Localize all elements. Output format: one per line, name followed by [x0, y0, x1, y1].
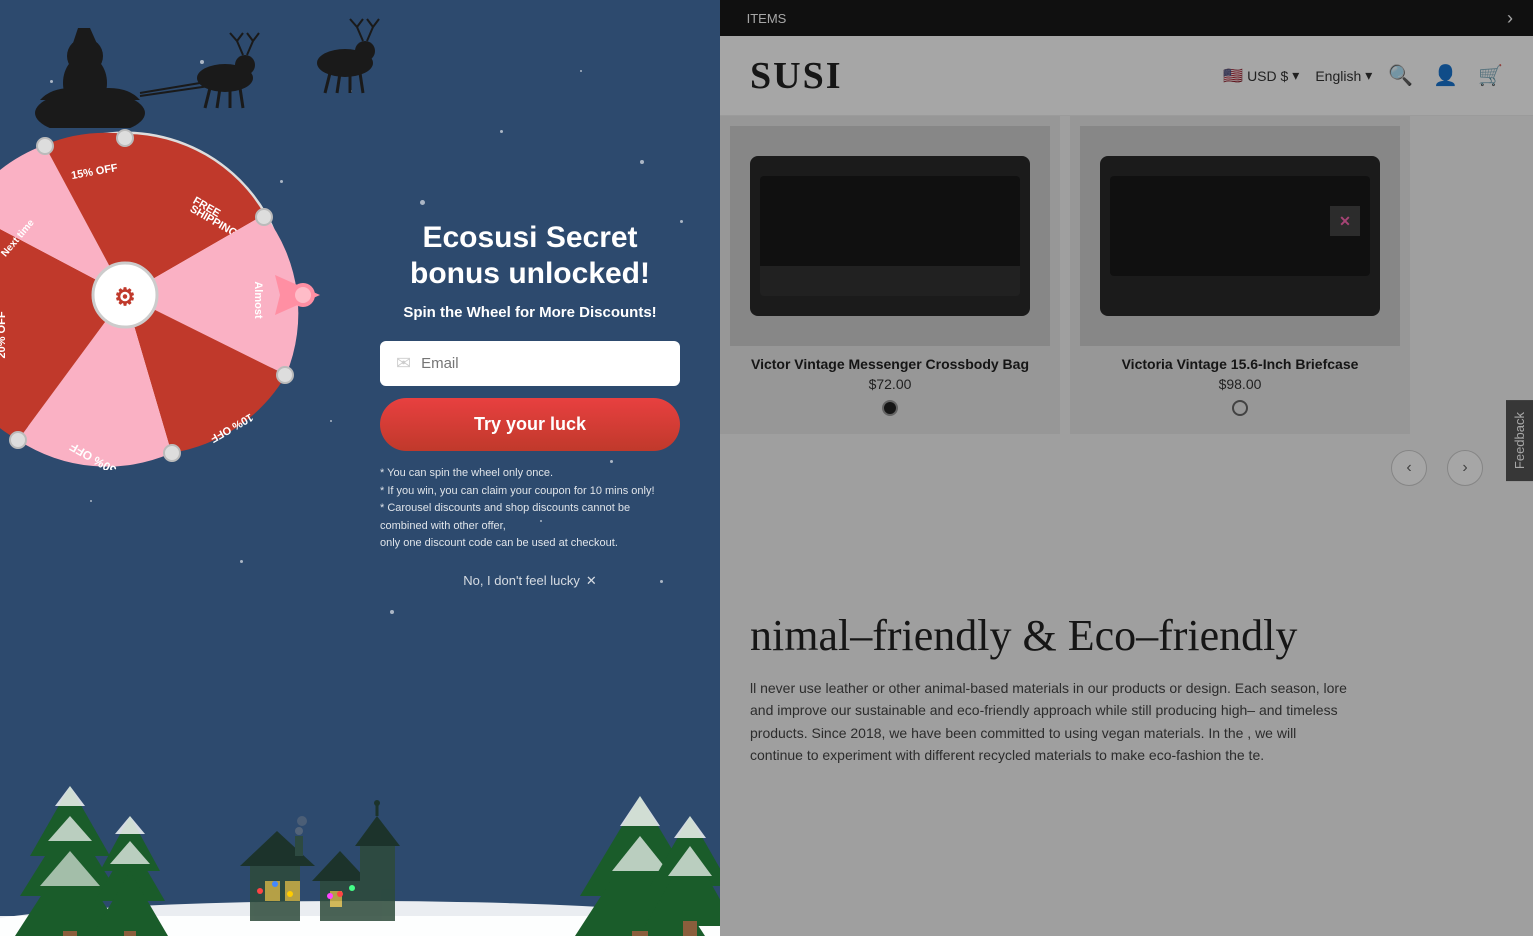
no-thanks-x: ✕ [586, 573, 597, 589]
svg-text:Almost: Almost [252, 281, 264, 319]
product-color-1 [882, 400, 898, 416]
snow-particle [90, 500, 92, 502]
site-header: SUSI 🇺🇸 USD $ ▾ English ▾ 🔍 👤 🛒 [720, 36, 1533, 116]
product-card-2[interactable]: ✕ Victoria Vintage 15.6-Inch Briefcase $… [1070, 116, 1410, 434]
header-right: 🇺🇸 USD $ ▾ English ▾ 🔍 👤 🛒 [1223, 63, 1503, 88]
popup-overlay: FREE SHIPPING Almost 10% OFF 50% OFF 20%… [0, 0, 720, 936]
search-icon[interactable]: 🔍 [1388, 63, 1413, 88]
snow-particle [500, 130, 503, 133]
site-logo[interactable]: SUSI [750, 54, 843, 98]
disclaimer-line-1: * You can spin the wheel only once. [380, 465, 680, 483]
header-icons: 🔍 👤 🛒 [1388, 63, 1503, 88]
product-price-1: $72.00 [730, 376, 1050, 392]
popup-subtitle: Spin the Wheel for More Discounts! [380, 304, 680, 321]
product-shape-2: ✕ [1100, 156, 1380, 316]
feedback-button[interactable]: Feedback [1506, 400, 1533, 481]
product-name-1: Victor Vintage Messenger Crossbody Bag [730, 356, 1050, 372]
disclaimer-text: * You can spin the wheel only once. * If… [380, 465, 680, 553]
popup-content: Ecosusi Secret bonus unlocked! Spin the … [360, 200, 700, 609]
announcement-text: ITEMS [747, 11, 787, 26]
product-price-2: $98.00 [1080, 376, 1400, 392]
snow-particle [390, 610, 394, 614]
announcement-arrow: › [1507, 8, 1513, 29]
wheel-pointer [265, 275, 320, 320]
language-label: English [1315, 68, 1361, 84]
product-image-2: ✕ [1080, 126, 1400, 346]
snow-particle [640, 160, 644, 164]
try-luck-button[interactable]: Try your luck [380, 398, 680, 451]
product-image-1 [730, 126, 1050, 346]
svg-text:⚙: ⚙ [114, 285, 136, 311]
product-card-1[interactable]: Victor Vintage Messenger Crossbody Bag $… [720, 116, 1060, 434]
disclaimer-line-4: only one discount code can be used at ch… [380, 535, 680, 553]
feedback-label: Feedback [1512, 412, 1527, 469]
eco-text: ll never use leather or other animal-bas… [750, 677, 1350, 767]
eco-section: nimal–friendly & Eco–friendly ll never u… [720, 580, 1533, 797]
snow-particle [330, 420, 332, 422]
language-selector[interactable]: English ▾ [1315, 67, 1372, 84]
svg-text:20% OFF: 20% OFF [0, 311, 8, 358]
currency-label: USD $ [1247, 68, 1288, 84]
no-thanks-link[interactable]: No, I don't feel lucky ✕ [380, 573, 680, 589]
flag-icon: 🇺🇸 [1223, 66, 1243, 86]
language-chevron: ▾ [1365, 67, 1372, 84]
email-input[interactable] [421, 355, 664, 372]
popup-title: Ecosusi Secret bonus unlocked! [380, 220, 680, 292]
product-color-2 [1232, 400, 1248, 416]
product-shape-1 [750, 156, 1030, 316]
currency-chevron: ▾ [1292, 67, 1299, 84]
account-icon[interactable]: 👤 [1433, 63, 1458, 88]
disclaimer-line-3: * Carousel discounts and shop discounts … [380, 500, 680, 535]
next-arrow[interactable]: › [1447, 450, 1483, 486]
disclaimer-line-2: * If you win, you can claim your coupon … [380, 483, 680, 501]
prev-arrow[interactable]: ‹ [1391, 450, 1427, 486]
eco-title-text: nimal–friendly & Eco–friendly [750, 611, 1297, 660]
santa-silhouette [0, 8, 420, 133]
product-name-2: Victoria Vintage 15.6-Inch Briefcase [1080, 356, 1400, 372]
email-icon: ✉ [396, 353, 411, 374]
cart-icon[interactable]: 🛒 [1478, 63, 1503, 88]
snow-particle [240, 560, 243, 563]
products-area: Victor Vintage Messenger Crossbody Bag $… [720, 116, 1533, 434]
pagination-arrows: ‹ › [1391, 450, 1483, 486]
spin-wheel-container[interactable]: FREE SHIPPING Almost 10% OFF 50% OFF 20%… [0, 120, 300, 475]
eco-title: nimal–friendly & Eco–friendly [750, 610, 1503, 661]
no-thanks-text: No, I don't feel lucky [463, 573, 580, 588]
currency-selector[interactable]: 🇺🇸 USD $ ▾ [1223, 66, 1299, 86]
christmas-scenery [0, 736, 720, 936]
snow-particle [580, 70, 582, 72]
email-input-wrapper[interactable]: ✉ [380, 341, 680, 386]
